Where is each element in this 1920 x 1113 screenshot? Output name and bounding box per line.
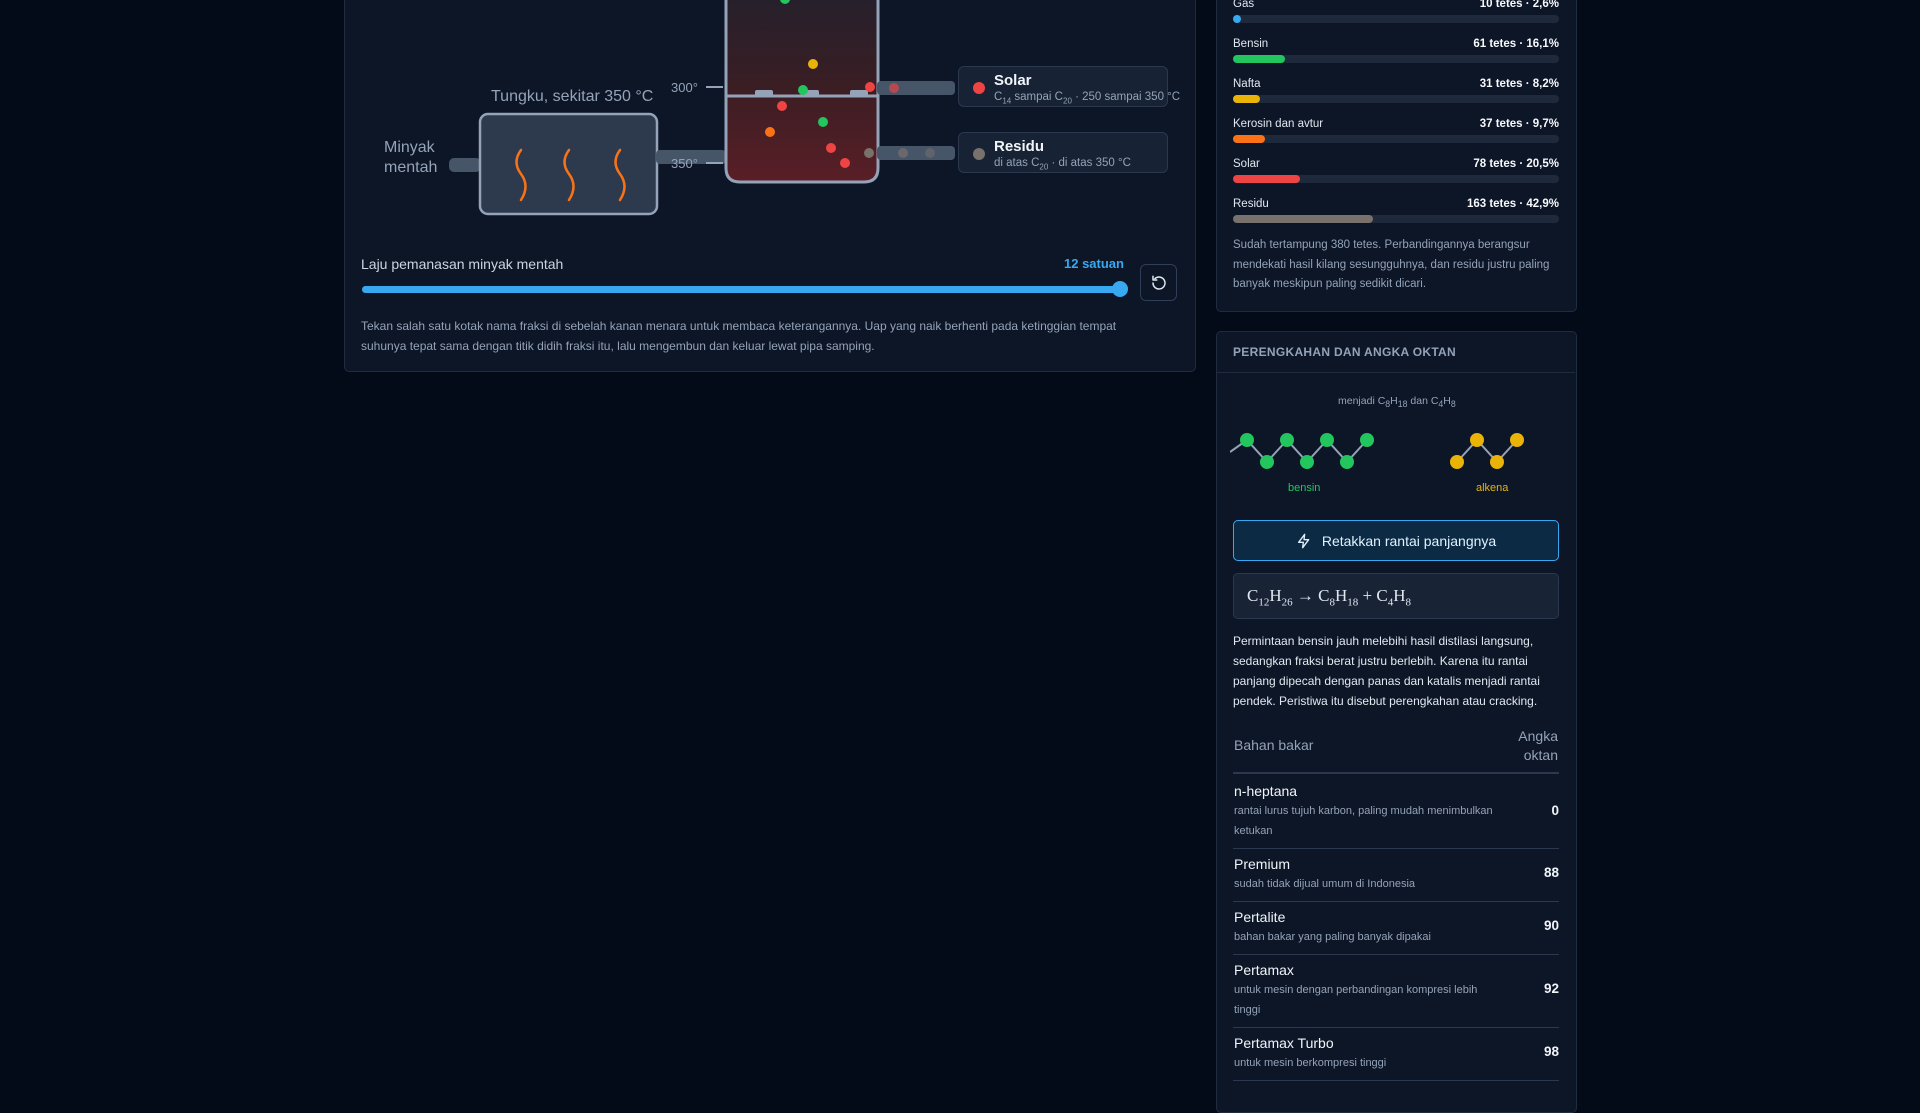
fraction-count: 61 tetes · 16,1% [1473, 38, 1559, 50]
reset-icon [1151, 275, 1166, 290]
alkena-chain [1456, 438, 1518, 464]
fraction-color-dot [973, 148, 985, 160]
octane-row: Pertamax untuk mesin dengan perbandingan … [1233, 954, 1559, 1028]
heating-rate-value: 12 satuan [1064, 256, 1124, 271]
distribution-bar-fill [1233, 95, 1260, 103]
distribution-row: Solar 78 tetes · 20,5% [1233, 158, 1559, 188]
fuel-description: sudah tidak dijual umum di Indonesia [1234, 878, 1416, 890]
octane-value: 0 [1551, 803, 1559, 818]
fraction-count: 31 tetes · 8,2% [1479, 78, 1559, 90]
fraction-name: Kerosin dan avtur [1233, 118, 1324, 130]
octane-row: Premium sudah tidak dijual umum di Indone… [1233, 848, 1559, 902]
fraction-name: Gas [1233, 0, 1255, 10]
fraction-name: Nafta [1233, 78, 1261, 90]
reset-button[interactable] [1140, 264, 1177, 301]
temp-350-label: 350° [671, 156, 698, 171]
crude-oil-label-line2: mentah [384, 159, 438, 176]
fuel-description: untuk mesin dengan perbandingan kompresi… [1234, 984, 1478, 1016]
fuel-description: untuk mesin berkompresi tinggi [1234, 1057, 1387, 1069]
fraction-count: 37 tetes · 9,7% [1479, 118, 1559, 130]
cracking-panel-title: PERENGKAHAN DAN ANGKA OKTAN [1233, 345, 1456, 359]
temp-300-label: 300° [671, 80, 698, 95]
alkena-label: alkena [1476, 482, 1509, 494]
slider-thumb[interactable] [1112, 281, 1128, 297]
fraction-box-solar[interactable]: Solar C14 sampai C20 · 250 sampai 350 °C [958, 66, 1180, 107]
distribution-row: Residu 163 tetes · 42,9% [1233, 198, 1559, 228]
crude-inlet-pipe [449, 158, 481, 172]
distribution-row: Nafta 31 tetes · 8,2% [1233, 78, 1559, 108]
distribution-bar-fill [1233, 215, 1373, 223]
droplet [889, 83, 899, 93]
octane-header-divider [1233, 772, 1559, 774]
octane-row: Pertalite bahan bakar yang paling banyak … [1233, 901, 1559, 955]
fraction-detail: C14 sampai C20 · 250 sampai 350 °C [994, 91, 1181, 106]
bensin-atoms [1240, 433, 1374, 469]
fraction-color-dot [973, 82, 985, 94]
distribution-bar-track [1233, 95, 1559, 103]
fuel-name: Premium [1234, 856, 1291, 872]
fraction-box-residu[interactable]: Residu di atas C20 · di atas 350 °C [958, 132, 1168, 173]
furnace-label: Tungku, sekitar 350 °C [491, 88, 654, 105]
fraction-count: 163 tetes · 42,9% [1466, 198, 1559, 210]
distribution-bar-fill [1233, 15, 1242, 23]
octane-col-value: Angka oktan [1518, 728, 1558, 763]
distribution-bar-track [1233, 55, 1559, 63]
distribution-bar-track [1233, 215, 1559, 223]
solar-side-pipe [877, 81, 955, 95]
slider-fill [362, 286, 1121, 293]
octane-row: n-heptana rantai lurus tujuh karbon, pali… [1233, 775, 1559, 849]
divider [1217, 372, 1575, 373]
fuel-name: Pertamax [1234, 962, 1294, 978]
distribution-bar-track [1233, 135, 1559, 143]
heating-rate-slider[interactable] [362, 286, 1121, 293]
distribution-bar-track [1233, 175, 1559, 183]
octane-value: 98 [1543, 1044, 1559, 1059]
octane-value: 90 [1543, 918, 1559, 933]
fuel-name: n-heptana [1234, 783, 1298, 799]
bubble-cap [755, 90, 773, 97]
droplet [925, 148, 935, 158]
droplet [898, 148, 908, 158]
distribution-note: Sudah tertampung 380 tetes. Perbandingan… [1233, 239, 1550, 290]
octane-value: 88 [1543, 865, 1559, 880]
fraction-count: 10 tetes · 2,6% [1479, 0, 1559, 10]
distribution-row: Gas 10 tetes · 2,6% [1233, 0, 1559, 28]
distribution-bar-fill [1233, 135, 1265, 143]
bensin-label: bensin [1288, 482, 1321, 494]
fuel-name: Pertamax Turbo [1234, 1035, 1334, 1051]
cracking-description: Permintaan bensin jauh melebihi hasil di… [1233, 634, 1540, 708]
fraction-name: Residu [1233, 198, 1269, 210]
fuel-name: Pertalite [1234, 909, 1286, 925]
distribution-row: Bensin 61 tetes · 16,1% [1233, 38, 1559, 68]
fraction-name: Residu [994, 138, 1045, 155]
fraction-count: 78 tetes · 20,5% [1473, 158, 1559, 170]
residu-side-pipe [877, 146, 955, 160]
heating-rate-label: Laju pemanasan minyak mentah [361, 256, 564, 272]
lightning-icon [1297, 533, 1310, 548]
crack-chain-button[interactable]: Retakkan rantai panjangnya [1233, 520, 1559, 561]
cracking-equation: C12H26 → C8H18 + C4H8 [1233, 573, 1559, 619]
cracking-caption: menjadi C8H18 dan C4H8 [1338, 395, 1456, 410]
octane-row: Pertamax Turbo untuk mesin berkompresi ti… [1233, 1027, 1559, 1081]
octane-value: 92 [1543, 981, 1559, 996]
fraction-name: Solar [1233, 158, 1260, 170]
distribution-bar-fill [1233, 55, 1286, 63]
fuel-description: bahan bakar yang paling banyak dipakai [1234, 931, 1431, 943]
distribution-row: Kerosin dan avtur 37 tetes · 9,7% [1233, 118, 1559, 148]
distribution-bar-fill [1233, 175, 1300, 183]
fraction-detail: di atas C20 · di atas 350 °C [994, 157, 1131, 172]
fraction-name: Bensin [1233, 38, 1269, 50]
crack-chain-button-label: Retakkan rantai panjangnya [1321, 532, 1497, 549]
crude-oil-label-line1: Minyak [384, 139, 435, 156]
molecule-diagram [1230, 433, 1524, 469]
fuel-description: rantai lurus tujuh karbon, paling mudah … [1234, 805, 1493, 837]
distribution-bar-track [1233, 15, 1559, 23]
bubble-cap [850, 90, 868, 97]
simulator-help-text: Tekan salah satu kotak nama fraksi di se… [361, 319, 1117, 353]
octane-col-fuel: Bahan bakar [1234, 737, 1314, 753]
fraction-name: Solar [994, 72, 1032, 89]
